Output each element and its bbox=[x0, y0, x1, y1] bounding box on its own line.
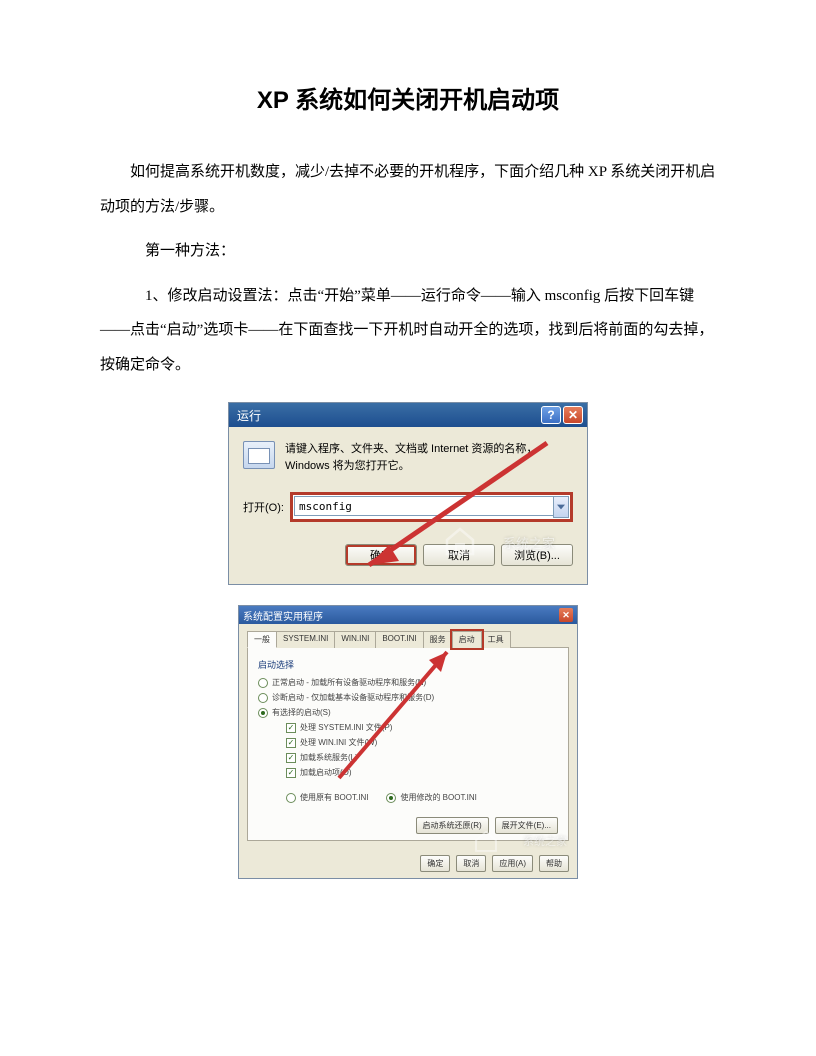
checkbox-icon: ✓ bbox=[286, 753, 296, 763]
check-process-win-ini[interactable]: ✓ 处理 WIN.INI 文件(W) bbox=[286, 737, 558, 748]
close-button[interactable]: ✕ bbox=[563, 406, 583, 424]
run-title-text: 运行 bbox=[237, 407, 261, 424]
tab-general[interactable]: 一般 bbox=[247, 631, 277, 648]
watermark-house-icon bbox=[473, 829, 499, 853]
radio-normal-startup[interactable]: 正常启动 - 加载所有设备驱动程序和服务(N) bbox=[258, 677, 558, 688]
radio-label: 使用修改的 BOOT.INI bbox=[400, 792, 476, 803]
radio-label: 正常启动 - 加载所有设备驱动程序和服务(N) bbox=[272, 677, 426, 688]
watermark-house-icon bbox=[443, 526, 477, 556]
run-titlebar[interactable]: 运行 ? ✕ bbox=[229, 403, 587, 427]
run-dialog: 运行 ? ✕ 请键入程序、文件夹、文档或 Internet 资源的名称，Wind… bbox=[228, 402, 588, 585]
tab-win-ini[interactable]: WIN.INI bbox=[334, 631, 376, 648]
method-1-label: 第一种方法： bbox=[100, 234, 716, 269]
check-label: 加载启动项(O) bbox=[300, 767, 352, 778]
msconfig-apply-button[interactable]: 应用(A) bbox=[492, 855, 533, 872]
run-app-icon bbox=[243, 441, 275, 469]
open-combo-highlight bbox=[290, 492, 573, 522]
ok-button[interactable]: 确定 bbox=[345, 544, 417, 566]
check-label: 处理 SYSTEM.INI 文件(P) bbox=[300, 722, 392, 733]
watermark-text: 系统之家 bbox=[523, 833, 567, 849]
open-label: 打开(O): bbox=[243, 499, 284, 515]
radio-modified-boot-ini[interactable]: 使用修改的 BOOT.INI bbox=[386, 792, 476, 803]
check-load-services[interactable]: ✓ 加载系统服务(L) bbox=[286, 752, 558, 763]
tab-services[interactable]: 服务 bbox=[423, 631, 453, 648]
tab-tools[interactable]: 工具 bbox=[481, 631, 511, 648]
msconfig-ok-button[interactable]: 确定 bbox=[420, 855, 450, 872]
radio-label: 使用原有 BOOT.INI bbox=[300, 792, 368, 803]
msconfig-titlebar[interactable]: 系统配置实用程序 ✕ bbox=[239, 606, 577, 624]
msconfig-title-text: 系统配置实用程序 bbox=[243, 608, 323, 623]
radio-icon bbox=[258, 693, 268, 703]
tab-startup[interactable]: 启动 bbox=[452, 631, 482, 648]
msconfig-dialog: 系统配置实用程序 ✕ 一般 SYSTEM.INI WIN.INI BOOT.IN… bbox=[238, 605, 578, 879]
watermark-text: 系统之家 bbox=[503, 533, 555, 552]
radio-diagnostic-startup[interactable]: 诊断启动 - 仅加载基本设备驱动程序和服务(D) bbox=[258, 692, 558, 703]
radio-label: 诊断启动 - 仅加载基本设备驱动程序和服务(D) bbox=[272, 692, 434, 703]
checkbox-icon: ✓ bbox=[286, 768, 296, 778]
check-label: 处理 WIN.INI 文件(W) bbox=[300, 737, 377, 748]
msconfig-close-button[interactable]: ✕ bbox=[559, 608, 573, 622]
msconfig-tabstrip: 一般 SYSTEM.INI WIN.INI BOOT.INI 服务 启动 工具 bbox=[247, 630, 569, 648]
chevron-down-icon bbox=[557, 504, 565, 510]
expand-file-button[interactable]: 展开文件(E)... bbox=[495, 817, 558, 834]
radio-icon bbox=[258, 678, 268, 688]
radio-label: 有选择的启动(S) bbox=[272, 707, 331, 718]
tab-boot-ini[interactable]: BOOT.INI bbox=[375, 631, 423, 648]
checkbox-icon: ✓ bbox=[286, 723, 296, 733]
check-process-system-ini[interactable]: ✓ 处理 SYSTEM.INI 文件(P) bbox=[286, 722, 558, 733]
radio-icon bbox=[258, 708, 268, 718]
msconfig-help-button[interactable]: 帮助 bbox=[539, 855, 569, 872]
intro-paragraph: 如何提高系统开机数度，减少/去掉不必要的开机程序，下面介绍几种 XP 系统关闭开… bbox=[100, 155, 716, 224]
open-dropdown-button[interactable] bbox=[553, 496, 569, 518]
startup-selection-group-label: 启动选择 bbox=[258, 658, 558, 671]
page-title: XP 系统如何关闭开机启动项 bbox=[100, 80, 716, 115]
checkbox-icon: ✓ bbox=[286, 738, 296, 748]
radio-selective-startup[interactable]: 有选择的启动(S) bbox=[258, 707, 558, 718]
check-load-startup-items[interactable]: ✓ 加载启动项(O) bbox=[286, 767, 558, 778]
radio-icon bbox=[386, 793, 396, 803]
open-input[interactable] bbox=[294, 496, 553, 516]
check-label: 加载系统服务(L) bbox=[300, 752, 358, 763]
radio-icon bbox=[286, 793, 296, 803]
tab-system-ini[interactable]: SYSTEM.INI bbox=[276, 631, 335, 648]
radio-original-boot-ini[interactable]: 使用原有 BOOT.INI bbox=[286, 792, 368, 803]
msconfig-cancel-button[interactable]: 取消 bbox=[456, 855, 486, 872]
step-1-paragraph: 1、修改启动设置法：点击“开始”菜单——运行命令——输入 msconfig 后按… bbox=[100, 279, 716, 383]
help-button[interactable]: ? bbox=[541, 406, 561, 424]
run-description: 请键入程序、文件夹、文档或 Internet 资源的名称，Windows 将为您… bbox=[285, 441, 573, 474]
